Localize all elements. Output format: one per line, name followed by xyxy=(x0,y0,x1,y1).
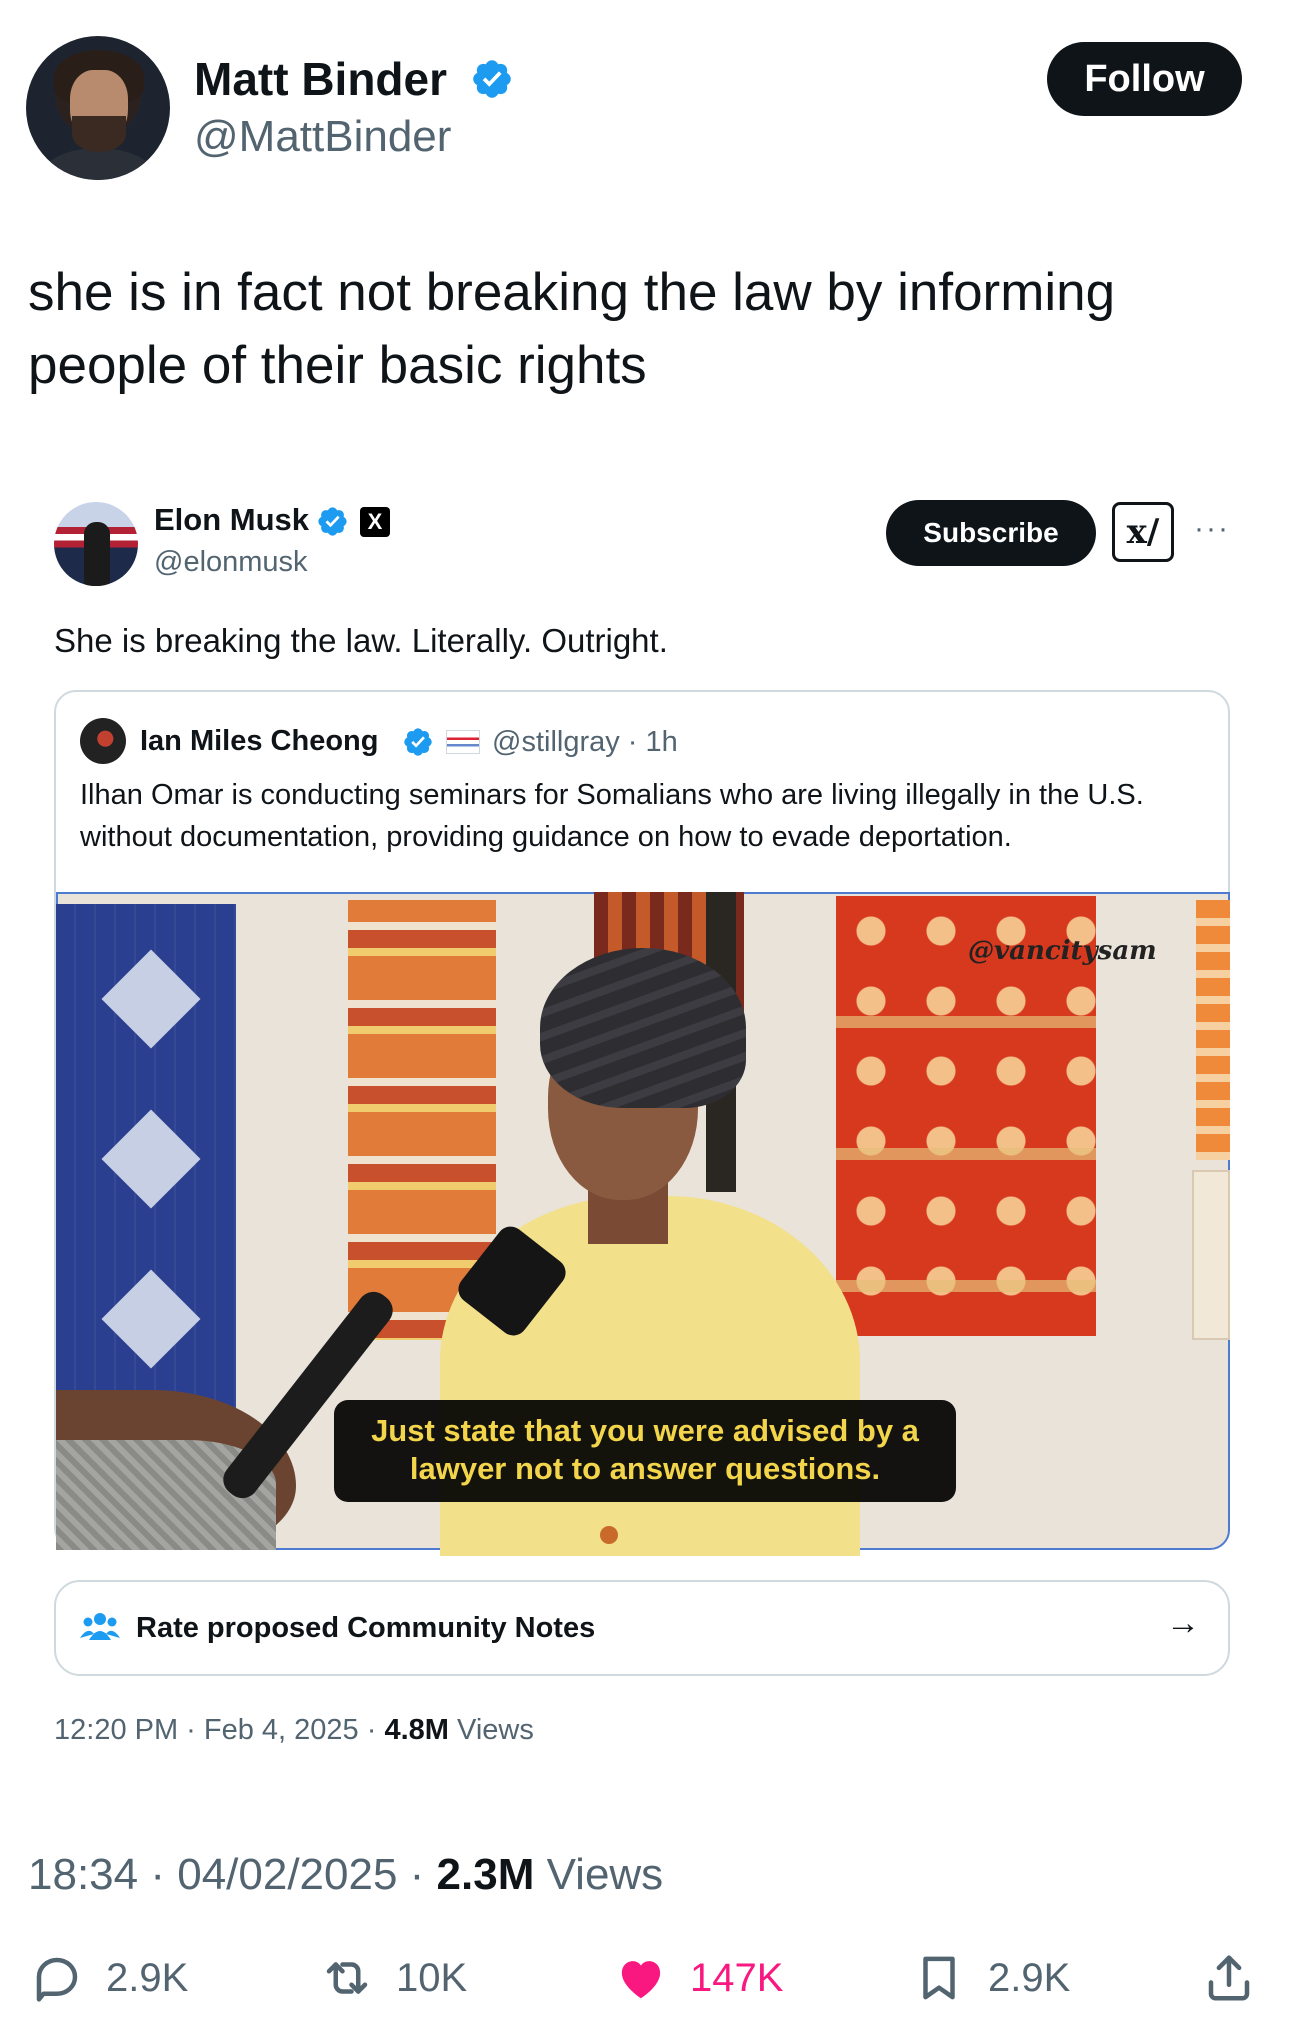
author-handle[interactable]: @MattBinder xyxy=(194,112,451,162)
tweet-text: she is in fact not breaking the law by i… xyxy=(28,263,1116,395)
like-button[interactable]: 147K xyxy=(614,1948,783,2008)
flag-icon xyxy=(446,730,480,754)
share-button[interactable] xyxy=(1202,1948,1256,2008)
more-icon: ··· xyxy=(1194,512,1230,545)
embedded-timestamp: 12:20 PM · Feb 4, 2025 · 4.8M Views xyxy=(54,1714,534,1746)
arrow-right-icon: → xyxy=(1166,1604,1200,1642)
wall-rug-edge xyxy=(1196,900,1230,1160)
bookmark-button[interactable]: 2.9K xyxy=(912,1948,1070,2008)
jacket-button xyxy=(600,1526,618,1544)
person-headwrap xyxy=(540,948,746,1108)
embedded-author-name: Elon Musk xyxy=(154,502,310,537)
bookmark-icon xyxy=(923,1956,955,2000)
bookmark-count: 2.9K xyxy=(988,1955,1071,2000)
embedded-tweet-text: She is breaking the law. Literally. Outr… xyxy=(54,622,668,659)
wall-rug-blue xyxy=(56,904,236,1464)
people-icon xyxy=(80,1613,120,1640)
reply-icon xyxy=(36,1957,78,2002)
author-name[interactable]: Matt Binder xyxy=(194,52,447,106)
repost-button[interactable]: 10K xyxy=(320,1948,467,2008)
subscribe-button: Subscribe xyxy=(886,500,1096,566)
wall-picture xyxy=(1192,1170,1230,1340)
share-icon xyxy=(1208,1955,1250,2001)
quoted-author-name: Ian Miles Cheong xyxy=(140,725,379,757)
embedded-author-handle: @elonmusk xyxy=(154,546,308,578)
verified-badge-icon xyxy=(404,728,432,756)
quoted-avatar xyxy=(80,718,126,764)
reply-count: 2.9K xyxy=(106,1955,189,2000)
tweet-timestamp[interactable]: 18:34 · 04/02/2025 · 2.3M Views xyxy=(28,1850,663,1900)
follow-button[interactable]: Follow xyxy=(1047,42,1242,116)
quoted-tweet-text: Ilhan Omar is conducting seminars for So… xyxy=(80,779,1144,853)
x-affiliate-badge: X xyxy=(360,507,390,537)
heart-icon xyxy=(621,1961,661,1999)
like-count: 147K xyxy=(690,1955,784,2000)
community-notes-label: Rate proposed Community Notes xyxy=(136,1612,596,1644)
reply-button[interactable]: 2.9K xyxy=(30,1948,188,2008)
verified-badge-icon xyxy=(473,60,511,98)
embedded-avatar xyxy=(54,502,138,586)
video-watermark: @vancitysam xyxy=(968,936,1157,966)
author-avatar[interactable] xyxy=(26,36,170,180)
repost-icon xyxy=(326,1962,368,1994)
grok-icon: x/ xyxy=(1112,502,1174,562)
repost-count: 10K xyxy=(396,1955,468,2000)
video-caption: Just state that you were advised by a la… xyxy=(334,1400,956,1502)
quoted-handle-time: @stillgray · 1h xyxy=(492,726,678,758)
verified-badge-icon xyxy=(318,507,347,536)
